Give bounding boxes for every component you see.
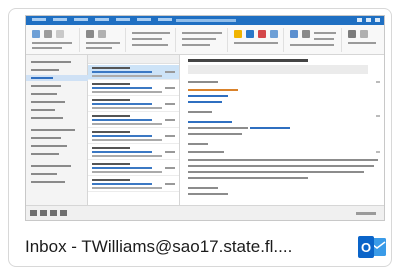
ribbon-tabs [32, 18, 172, 21]
reading-pane [180, 55, 384, 207]
ribbon-group [286, 28, 342, 52]
outlook-icon: O [358, 236, 386, 258]
list-item [88, 161, 179, 176]
list-item [88, 113, 179, 128]
list-item [88, 129, 179, 144]
list-item [88, 145, 179, 160]
message-subject-placeholder [188, 59, 308, 62]
ribbon-group [128, 28, 176, 52]
ribbon-group [230, 28, 284, 52]
message-header-bar [188, 65, 368, 74]
ribbon-group [178, 28, 228, 52]
message-list [88, 55, 180, 207]
window-controls [357, 18, 380, 22]
window-thumbnail[interactable] [25, 15, 385, 221]
ribbon-group [28, 28, 80, 52]
title-bar [26, 16, 384, 25]
list-item [88, 65, 179, 80]
outlook-icon-letter: O [361, 240, 371, 255]
ribbon-toolbar [26, 25, 384, 55]
window-caption: Inbox - TWilliams@sao17.state.fl.... [25, 237, 293, 256]
status-bar [26, 205, 384, 220]
ribbon-group [82, 28, 126, 52]
message-list-header [88, 55, 179, 64]
window-preview-card[interactable]: Inbox - TWilliams@sao17.state.fl.... O [8, 8, 392, 267]
window-title-placeholder [176, 19, 236, 22]
list-item [88, 81, 179, 96]
folder-pane [26, 55, 88, 207]
ribbon-group [344, 28, 382, 52]
list-item [88, 177, 179, 192]
list-item [88, 97, 179, 112]
